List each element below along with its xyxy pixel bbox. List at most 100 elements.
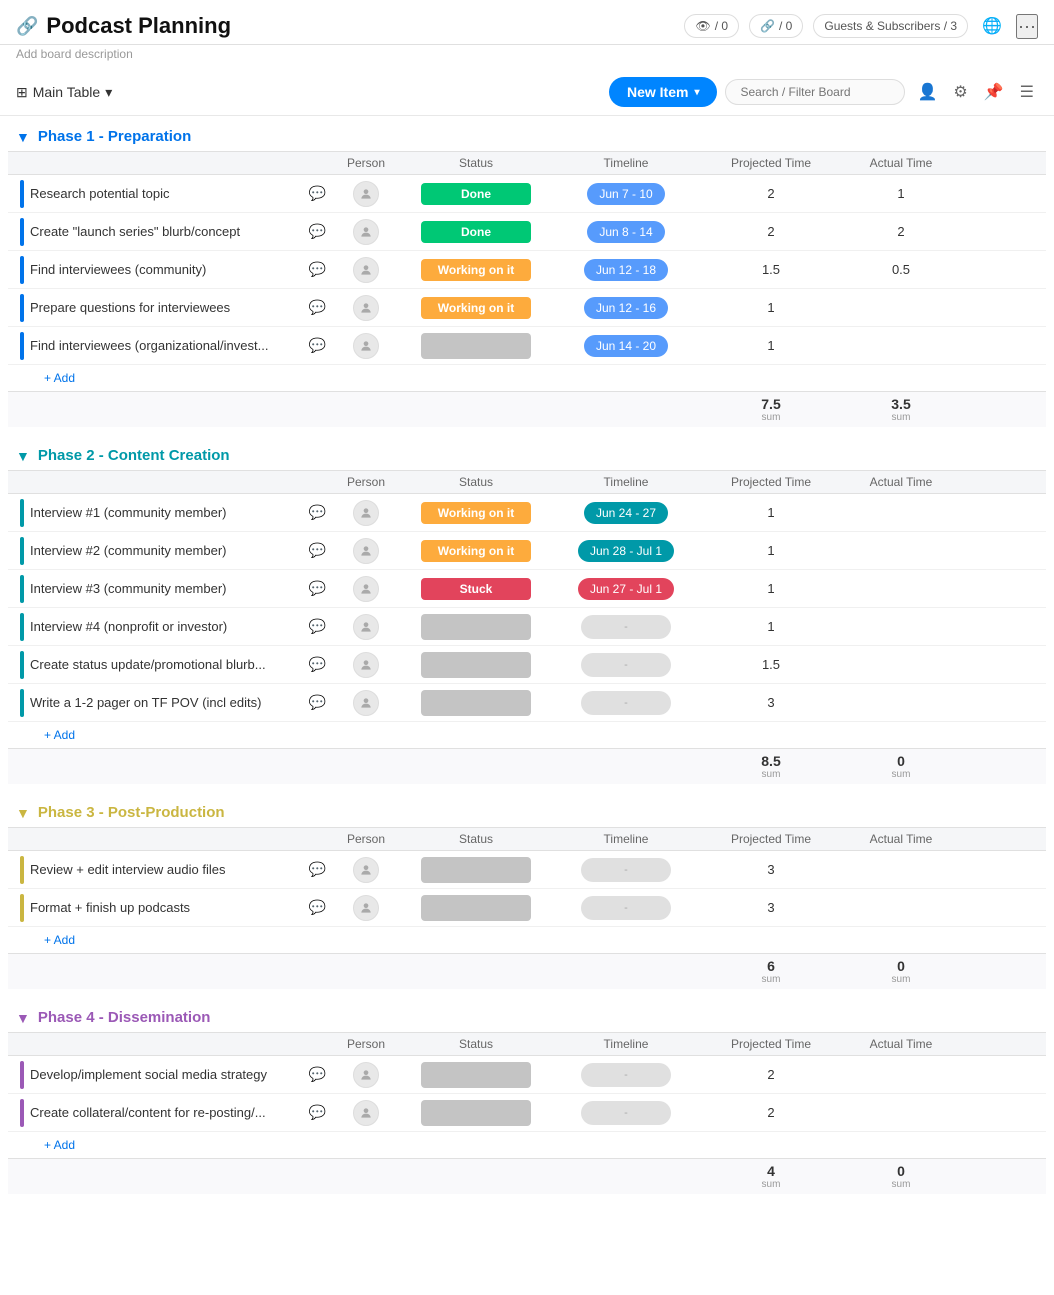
comment-icon[interactable]: 💬 — [309, 694, 326, 711]
timeline-badge[interactable]: Jun 24 - 27 — [584, 502, 668, 524]
add-row-button[interactable]: + Add — [8, 1132, 1046, 1158]
avatar[interactable] — [353, 652, 379, 678]
phase-toggle-2[interactable]: ▼ — [16, 448, 30, 464]
avatar[interactable] — [353, 690, 379, 716]
status-cell[interactable]: Done — [406, 221, 546, 243]
status-cell[interactable]: Stuck — [406, 578, 546, 600]
comment-icon[interactable]: 💬 — [309, 656, 326, 673]
comment-icon[interactable]: 💬 — [309, 1104, 326, 1121]
timeline-cell[interactable]: Jun 27 - Jul 1 — [546, 578, 706, 600]
status-badge-empty[interactable] — [421, 857, 531, 883]
avatar[interactable] — [353, 295, 379, 321]
timeline-badge[interactable]: Jun 8 - 14 — [587, 221, 664, 243]
comment-icon[interactable]: 💬 — [309, 337, 326, 354]
status-badge-empty[interactable] — [421, 690, 531, 716]
timeline-cell[interactable]: - — [546, 1101, 706, 1125]
timeline-cell[interactable]: - — [546, 691, 706, 715]
phase-toggle-3[interactable]: ▼ — [16, 805, 30, 821]
avatar[interactable] — [353, 500, 379, 526]
timeline-badge-empty[interactable]: - — [581, 1063, 671, 1087]
timeline-cell[interactable]: - — [546, 896, 706, 920]
timeline-badge-empty[interactable]: - — [581, 858, 671, 882]
add-row-button[interactable]: + Add — [8, 365, 1046, 391]
comment-icon[interactable]: 💬 — [309, 504, 326, 521]
status-badge-empty[interactable] — [421, 895, 531, 921]
globe-button[interactable]: 🌐 — [978, 12, 1006, 40]
pin-icon-button[interactable]: 📌 — [980, 78, 1008, 106]
user-icon-button[interactable]: 👤 — [913, 78, 941, 106]
status-badge[interactable]: Working on it — [421, 540, 531, 562]
timeline-badge[interactable]: Jun 7 - 10 — [587, 183, 664, 205]
search-input[interactable] — [725, 79, 905, 105]
timeline-badge-empty[interactable]: - — [581, 1101, 671, 1125]
avatar[interactable] — [353, 857, 379, 883]
timeline-badge[interactable]: Jun 27 - Jul 1 — [578, 578, 674, 600]
avatar[interactable] — [353, 614, 379, 640]
avatar[interactable] — [353, 1100, 379, 1126]
guests-pill[interactable]: Guests & Subscribers / 3 — [813, 14, 968, 38]
phase-toggle-1[interactable]: ▼ — [16, 129, 30, 145]
status-badge-empty[interactable] — [421, 652, 531, 678]
timeline-cell[interactable]: Jun 28 - Jul 1 — [546, 540, 706, 562]
phase-toggle-4[interactable]: ▼ — [16, 1010, 30, 1026]
status-badge[interactable]: Working on it — [421, 297, 531, 319]
status-badge-empty[interactable] — [421, 333, 531, 359]
status-cell[interactable] — [406, 652, 546, 678]
more-button[interactable]: ··· — [1016, 14, 1038, 39]
board-description[interactable]: Add board description — [0, 45, 1054, 69]
comment-icon[interactable]: 💬 — [309, 1066, 326, 1083]
timeline-cell[interactable]: - — [546, 615, 706, 639]
add-row-button[interactable]: + Add — [8, 722, 1046, 748]
avatar[interactable] — [353, 1062, 379, 1088]
avatar[interactable] — [353, 257, 379, 283]
status-cell[interactable] — [406, 1100, 546, 1126]
link-stat[interactable]: 🔗 / 0 — [749, 14, 803, 38]
status-badge[interactable]: Working on it — [421, 259, 531, 281]
timeline-badge-empty[interactable]: - — [581, 691, 671, 715]
comment-icon[interactable]: 💬 — [309, 899, 326, 916]
timeline-cell[interactable]: Jun 12 - 18 — [546, 259, 706, 281]
timeline-badge[interactable]: Jun 12 - 16 — [584, 297, 668, 319]
avatar[interactable] — [353, 219, 379, 245]
timeline-cell[interactable]: - — [546, 858, 706, 882]
eye-stat[interactable]: 👁 / 0 — [684, 14, 739, 38]
status-cell[interactable] — [406, 1062, 546, 1088]
main-table-button[interactable]: ⊞ Main Table ▾ — [16, 84, 112, 101]
status-badge[interactable]: Done — [421, 183, 531, 205]
comment-icon[interactable]: 💬 — [309, 261, 326, 278]
comment-icon[interactable]: 💬 — [309, 299, 326, 316]
comment-icon[interactable]: 💬 — [309, 542, 326, 559]
timeline-cell[interactable]: Jun 12 - 16 — [546, 297, 706, 319]
timeline-cell[interactable]: - — [546, 653, 706, 677]
comment-icon[interactable]: 💬 — [309, 223, 326, 240]
timeline-cell[interactable]: Jun 14 - 20 — [546, 335, 706, 357]
filter-icon-button[interactable]: ☰ — [1016, 78, 1038, 106]
add-row-button[interactable]: + Add — [8, 927, 1046, 953]
avatar[interactable] — [353, 333, 379, 359]
status-badge[interactable]: Working on it — [421, 502, 531, 524]
avatar[interactable] — [353, 576, 379, 602]
status-cell[interactable]: Working on it — [406, 259, 546, 281]
new-item-button[interactable]: New Item ▾ — [609, 77, 718, 107]
timeline-badge-empty[interactable]: - — [581, 653, 671, 677]
status-cell[interactable]: Working on it — [406, 297, 546, 319]
status-cell[interactable]: Working on it — [406, 540, 546, 562]
avatar[interactable] — [353, 538, 379, 564]
timeline-cell[interactable]: Jun 24 - 27 — [546, 502, 706, 524]
timeline-cell[interactable]: Jun 8 - 14 — [546, 221, 706, 243]
status-cell[interactable] — [406, 895, 546, 921]
status-badge[interactable]: Stuck — [421, 578, 531, 600]
comment-icon[interactable]: 💬 — [309, 861, 326, 878]
comment-icon[interactable]: 💬 — [309, 580, 326, 597]
status-cell[interactable] — [406, 614, 546, 640]
timeline-badge[interactable]: Jun 28 - Jul 1 — [578, 540, 674, 562]
status-badge[interactable]: Done — [421, 221, 531, 243]
comment-icon[interactable]: 💬 — [309, 185, 326, 202]
timeline-cell[interactable]: - — [546, 1063, 706, 1087]
timeline-badge-empty[interactable]: - — [581, 896, 671, 920]
avatar[interactable] — [353, 895, 379, 921]
timeline-badge-empty[interactable]: - — [581, 615, 671, 639]
status-cell[interactable] — [406, 857, 546, 883]
timeline-badge[interactable]: Jun 14 - 20 — [584, 335, 668, 357]
comment-icon[interactable]: 💬 — [309, 618, 326, 635]
